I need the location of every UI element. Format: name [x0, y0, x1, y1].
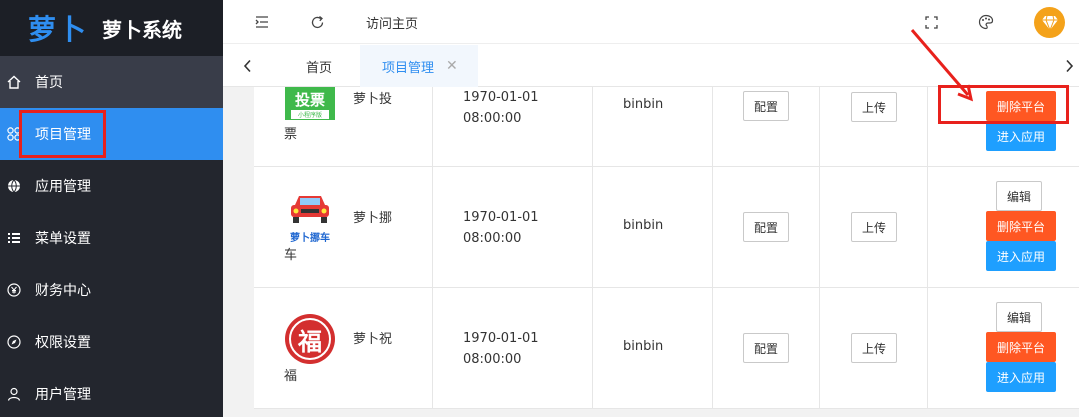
upload-cell: 上传	[820, 167, 928, 287]
tab-label: 项目管理	[382, 60, 435, 76]
config-cell: 配置	[713, 87, 820, 166]
enter-app-button[interactable]: 进入应用	[986, 121, 1056, 151]
logo-subtext: 小程序版	[291, 110, 329, 119]
config-button[interactable]: 配置	[743, 212, 789, 242]
table-row: 萝卜挪车 萝卜挪 车 1970-01-01 08:00:00 binbin 配置…	[254, 167, 1079, 288]
sidebar-item-projects[interactable]: 项目管理	[0, 108, 223, 160]
edit-button[interactable]: 编辑	[996, 302, 1042, 332]
avatar[interactable]	[1034, 7, 1065, 38]
annotation-arrow-icon	[910, 29, 974, 102]
config-button[interactable]: 配置	[743, 91, 789, 121]
annotation-highlight-box	[19, 110, 106, 158]
time-clock: 08:00:00	[463, 352, 522, 367]
created-time: 1970-01-01 08:00:00	[463, 87, 539, 129]
user-icon	[6, 386, 22, 402]
user-cell: binbin	[593, 288, 713, 408]
sidebar-item-apps[interactable]: 应用管理	[0, 160, 223, 212]
collapse-menu-icon[interactable]	[252, 12, 272, 32]
owner-name: binbin	[623, 97, 664, 112]
edit-button[interactable]: 编辑	[996, 181, 1042, 211]
project-cell: 福 萝卜祝 福	[254, 288, 433, 408]
visit-homepage-link[interactable]: 访问主页	[366, 13, 418, 32]
actions-cell: 编辑 删除平台 进入应用	[928, 167, 1079, 287]
created-time: 1970-01-01 08:00:00	[463, 328, 539, 370]
sidebar-item-permissions[interactable]: 权限设置	[0, 316, 223, 368]
upload-cell: 上传	[820, 288, 928, 408]
created-time: 1970-01-01 08:00:00	[463, 207, 539, 249]
vote-app-logo: 投票 小程序版	[285, 87, 335, 120]
diamond-icon	[1041, 15, 1058, 31]
list-icon	[6, 230, 22, 246]
time-cell: 1970-01-01 08:00:00	[433, 167, 593, 287]
project-cell: 投票 小程序版 萝卜投 票	[254, 87, 433, 166]
actions-cell: 编辑 删除平台 进入应用	[928, 288, 1079, 408]
sidebar: 萝卜 萝卜系统 首页 项目管理 应用管理 菜单设置 财务中心 权限设置 用户管理	[0, 0, 223, 417]
delete-platform-button[interactable]: 删除平台	[986, 332, 1056, 362]
tab-label: 首页	[306, 60, 333, 76]
time-cell: 1970-01-01 08:00:00	[433, 288, 593, 408]
time-clock: 08:00:00	[463, 111, 522, 126]
time-clock: 08:00:00	[463, 231, 522, 246]
upload-button[interactable]: 上传	[851, 92, 897, 122]
owner-name: binbin	[623, 339, 664, 354]
tabs-scroll-left-button[interactable]	[228, 45, 268, 87]
project-name-wrap: 车	[284, 248, 298, 263]
tab-home[interactable]: 首页	[306, 45, 332, 87]
config-button[interactable]: 配置	[743, 333, 789, 363]
delete-platform-button[interactable]: 删除平台	[986, 211, 1056, 241]
owner-name: binbin	[623, 218, 664, 233]
home-icon	[6, 74, 22, 90]
logo-text: 福	[289, 318, 331, 360]
sidebar-item-label: 财务中心	[35, 283, 91, 299]
sidebar-item-users[interactable]: 用户管理	[0, 368, 223, 420]
sidebar-item-label: 权限设置	[35, 335, 91, 351]
time-date: 1970-01-01	[463, 331, 539, 346]
user-cell: binbin	[593, 167, 713, 287]
enter-app-button[interactable]: 进入应用	[986, 241, 1056, 271]
logo-text: 投票	[294, 91, 325, 109]
logo-mark: 萝卜	[28, 13, 89, 46]
project-name-wrap: 票	[284, 127, 298, 142]
table-row: 福 萝卜祝 福 1970-01-01 08:00:00 binbin 配置 上传	[254, 288, 1079, 409]
logo: 萝卜 萝卜系统	[0, 0, 223, 56]
project-name: 萝卜祝	[353, 332, 393, 347]
car-icon	[291, 196, 329, 223]
compass-icon	[6, 334, 22, 350]
sidebar-item-label: 应用管理	[35, 179, 91, 195]
project-table: 投票 小程序版 萝卜投 票 1970-01-01 08:00:00 binbin…	[254, 87, 1079, 409]
user-cell: binbin	[593, 87, 713, 166]
time-date: 1970-01-01	[463, 90, 539, 105]
yen-icon	[6, 282, 22, 298]
time-cell: 1970-01-01 08:00:00	[433, 87, 593, 166]
upload-button[interactable]: 上传	[851, 212, 897, 242]
car-app-logo: 萝卜挪车	[285, 193, 335, 244]
config-cell: 配置	[713, 288, 820, 408]
blessing-app-logo: 福	[285, 314, 335, 364]
sidebar-item-label: 首页	[35, 75, 63, 91]
upload-button[interactable]: 上传	[851, 333, 897, 363]
main-content: 投票 小程序版 萝卜投 票 1970-01-01 08:00:00 binbin…	[223, 87, 1079, 417]
enter-app-button[interactable]: 进入应用	[986, 362, 1056, 392]
sidebar-item-menu-settings[interactable]: 菜单设置	[0, 212, 223, 264]
close-icon[interactable]: ✕	[446, 58, 458, 74]
project-name: 萝卜投	[353, 92, 393, 107]
project-cell: 萝卜挪车 萝卜挪 车	[254, 167, 433, 287]
tab-project-management[interactable]: 项目管理 ✕	[360, 45, 478, 87]
tabs-scroll-right-button[interactable]	[1059, 45, 1079, 87]
logo-text: 萝卜挪车	[290, 233, 330, 244]
project-name: 萝卜挪	[353, 211, 393, 226]
refresh-icon[interactable]	[307, 12, 327, 32]
time-date: 1970-01-01	[463, 210, 539, 225]
sidebar-item-label: 用户管理	[35, 387, 91, 403]
sidebar-item-home[interactable]: 首页	[0, 56, 223, 108]
config-cell: 配置	[713, 167, 820, 287]
globe-icon	[6, 178, 22, 194]
sidebar-item-label: 菜单设置	[35, 231, 91, 247]
app-title: 萝卜系统	[102, 17, 183, 42]
sidebar-item-finance[interactable]: 财务中心	[0, 264, 223, 316]
project-name-wrap: 福	[284, 369, 298, 384]
